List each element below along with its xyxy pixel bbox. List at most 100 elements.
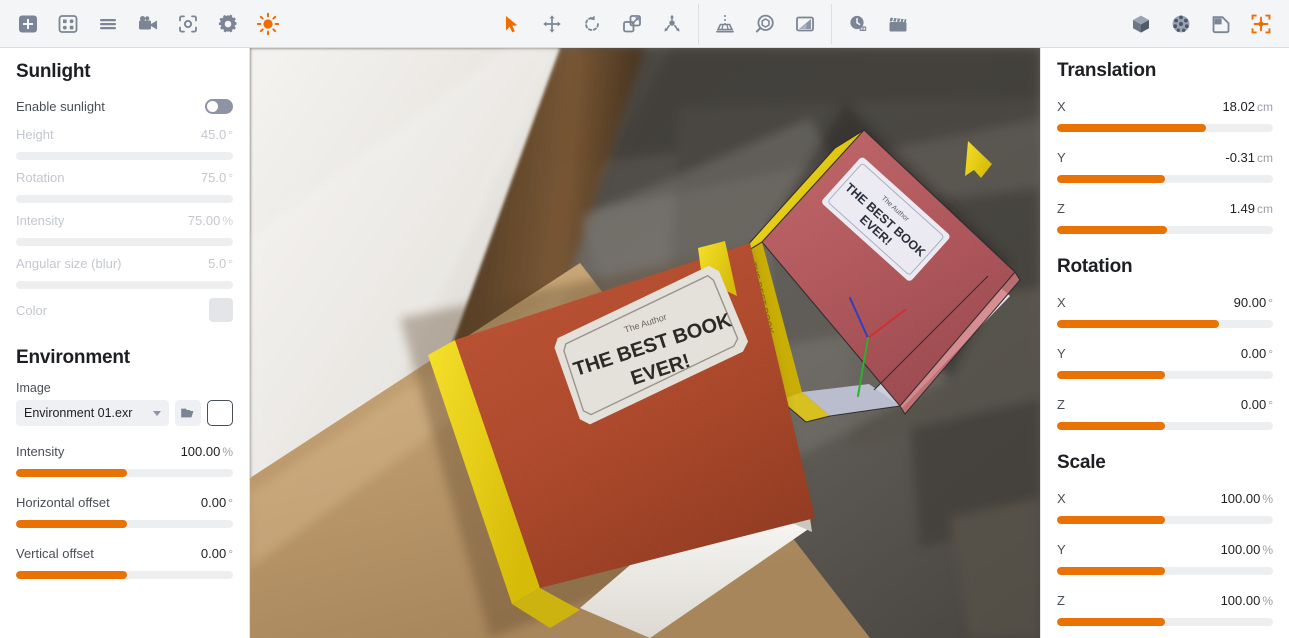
slider-fill bbox=[16, 520, 127, 528]
slider-fill bbox=[16, 571, 127, 579]
param-slider[interactable] bbox=[16, 195, 233, 203]
axis-slider[interactable] bbox=[1057, 371, 1273, 379]
explode-icon[interactable] bbox=[654, 6, 690, 42]
param-slider[interactable] bbox=[16, 469, 233, 477]
select-cursor-icon[interactable] bbox=[494, 6, 530, 42]
rotation-axis-x: X 90.00 ° bbox=[1057, 291, 1273, 328]
timeline-icon[interactable] bbox=[840, 6, 876, 42]
axis-slider[interactable] bbox=[1057, 175, 1273, 183]
param-value: 0.00 ° bbox=[200, 545, 233, 561]
axis-label: X bbox=[1057, 294, 1066, 310]
slider-fill bbox=[1057, 371, 1165, 379]
axis-slider[interactable] bbox=[1057, 567, 1273, 575]
param-value: 0.00 ° bbox=[200, 494, 233, 510]
axis-value: 100.00% bbox=[1220, 592, 1273, 608]
active-tab-caret bbox=[1252, 47, 1270, 56]
gradient-icon[interactable] bbox=[787, 6, 823, 42]
settings-gear-icon[interactable] bbox=[210, 6, 246, 42]
param-slider[interactable] bbox=[16, 238, 233, 246]
translation-section-title: Translation bbox=[1057, 60, 1157, 81]
slider-fill bbox=[1057, 567, 1165, 575]
viewport-render: The Author THE BEST BOOK EVER! THE BEST … bbox=[250, 48, 1040, 638]
right-transform-panel: Translation X 18.02 cm Y -0.31 cm Z 1.49 cm bbox=[1040, 48, 1289, 638]
3d-viewport[interactable]: The Author THE BEST BOOK EVER! THE BEST … bbox=[250, 48, 1040, 638]
toolbar-group-right bbox=[1121, 0, 1281, 56]
axis-slider[interactable] bbox=[1057, 320, 1273, 328]
sunlight-section-title: Sunlight bbox=[16, 61, 91, 82]
measure-icon[interactable] bbox=[707, 6, 743, 42]
axis-slider[interactable] bbox=[1057, 422, 1273, 430]
axis-slider[interactable] bbox=[1057, 124, 1273, 132]
toggle-knob bbox=[207, 100, 218, 112]
sunlight-param-height: Height 45.0 ° bbox=[16, 123, 233, 160]
param-label: Intensity bbox=[16, 212, 65, 228]
param-label: Intensity bbox=[16, 443, 65, 459]
cube-shaded-icon[interactable] bbox=[1123, 6, 1159, 42]
inspect-icon[interactable] bbox=[747, 6, 783, 42]
axis-label: X bbox=[1057, 490, 1066, 506]
param-label: Rotation bbox=[16, 169, 65, 185]
camera-icon[interactable] bbox=[130, 6, 166, 42]
param-slider[interactable] bbox=[16, 571, 233, 579]
axis-slider[interactable] bbox=[1057, 226, 1273, 234]
axis-value: 100.00% bbox=[1220, 490, 1273, 506]
rotate-icon[interactable] bbox=[574, 6, 610, 42]
main-toolbar bbox=[0, 0, 1289, 56]
axis-label: Z bbox=[1057, 396, 1065, 412]
axis-value: -0.31 cm bbox=[1225, 149, 1273, 165]
enable-sunlight-toggle[interactable] bbox=[205, 98, 233, 114]
environment-section-title: Environment bbox=[16, 347, 130, 368]
scale-axis-y: Y 100.00% bbox=[1057, 538, 1273, 575]
snapshot-icon[interactable] bbox=[170, 6, 206, 42]
slider-fill bbox=[1057, 422, 1165, 430]
axis-slider[interactable] bbox=[1057, 618, 1273, 626]
param-label: Angular size (blur) bbox=[16, 255, 122, 271]
rotation-axis-y: Y 0.00 ° bbox=[1057, 342, 1273, 379]
sphere-checker-icon[interactable] bbox=[1163, 6, 1199, 42]
enable-sunlight-label: Enable sunlight bbox=[16, 98, 105, 114]
environment-image-value: Environment 01.exr bbox=[24, 406, 133, 420]
environment-image-row: Environment 01.exr bbox=[16, 400, 233, 426]
scene-grid-icon[interactable] bbox=[50, 6, 86, 42]
sunlight-param-angular-size: Angular size (blur) 5.0 ° bbox=[16, 252, 233, 289]
axis-value: 18.02 cm bbox=[1222, 98, 1273, 114]
add-object-icon[interactable] bbox=[10, 6, 46, 42]
toolbar-group-left bbox=[8, 0, 288, 56]
environment-image-select[interactable]: Environment 01.exr bbox=[16, 400, 169, 426]
sunlight-color-label: Color bbox=[16, 302, 48, 318]
toolbar-group-time bbox=[838, 0, 918, 47]
enable-sunlight-row: Enable sunlight bbox=[16, 95, 233, 117]
toolbar-separator bbox=[830, 3, 832, 44]
sunlight-color-swatch[interactable] bbox=[209, 298, 233, 322]
render-page-icon[interactable] bbox=[1203, 6, 1239, 42]
axis-value: 100.00% bbox=[1220, 541, 1273, 557]
sunlight-icon[interactable] bbox=[250, 6, 286, 56]
environment-image-label: Image bbox=[16, 381, 51, 395]
fit-view-icon[interactable] bbox=[1243, 6, 1279, 56]
list-menu-icon[interactable] bbox=[90, 6, 126, 42]
left-properties-panel: Sunlight Enable sunlight Height 45.0 ° Ro… bbox=[0, 48, 250, 638]
param-value: 75.00% bbox=[187, 212, 233, 228]
param-value: 75.0 ° bbox=[200, 169, 233, 185]
environment-preview-thumb[interactable] bbox=[207, 400, 233, 426]
environment-param-intensity: Intensity 100.00% bbox=[16, 440, 233, 477]
folder-open-icon[interactable] bbox=[175, 400, 201, 426]
axis-label: Y bbox=[1057, 541, 1066, 557]
axis-slider[interactable] bbox=[1057, 516, 1273, 524]
move-icon[interactable] bbox=[534, 6, 570, 42]
slider-fill bbox=[1057, 320, 1219, 328]
param-slider[interactable] bbox=[16, 152, 233, 160]
axis-label: Z bbox=[1057, 200, 1065, 216]
slider-fill bbox=[1057, 618, 1165, 626]
param-slider[interactable] bbox=[16, 281, 233, 289]
animation-clapper-icon[interactable] bbox=[880, 6, 916, 42]
axis-value: 90.00 ° bbox=[1233, 294, 1273, 310]
sunlight-param-intensity: Intensity 75.00% bbox=[16, 209, 233, 246]
param-label: Horizontal offset bbox=[16, 494, 110, 510]
param-value: 100.00% bbox=[180, 443, 233, 459]
translation-axis-y: Y -0.31 cm bbox=[1057, 146, 1273, 183]
param-slider[interactable] bbox=[16, 520, 233, 528]
environment-param-horizontal-offset: Horizontal offset 0.00 ° bbox=[16, 491, 233, 528]
sunlight-color-row: Color bbox=[16, 297, 233, 323]
scale-icon[interactable] bbox=[614, 6, 650, 42]
